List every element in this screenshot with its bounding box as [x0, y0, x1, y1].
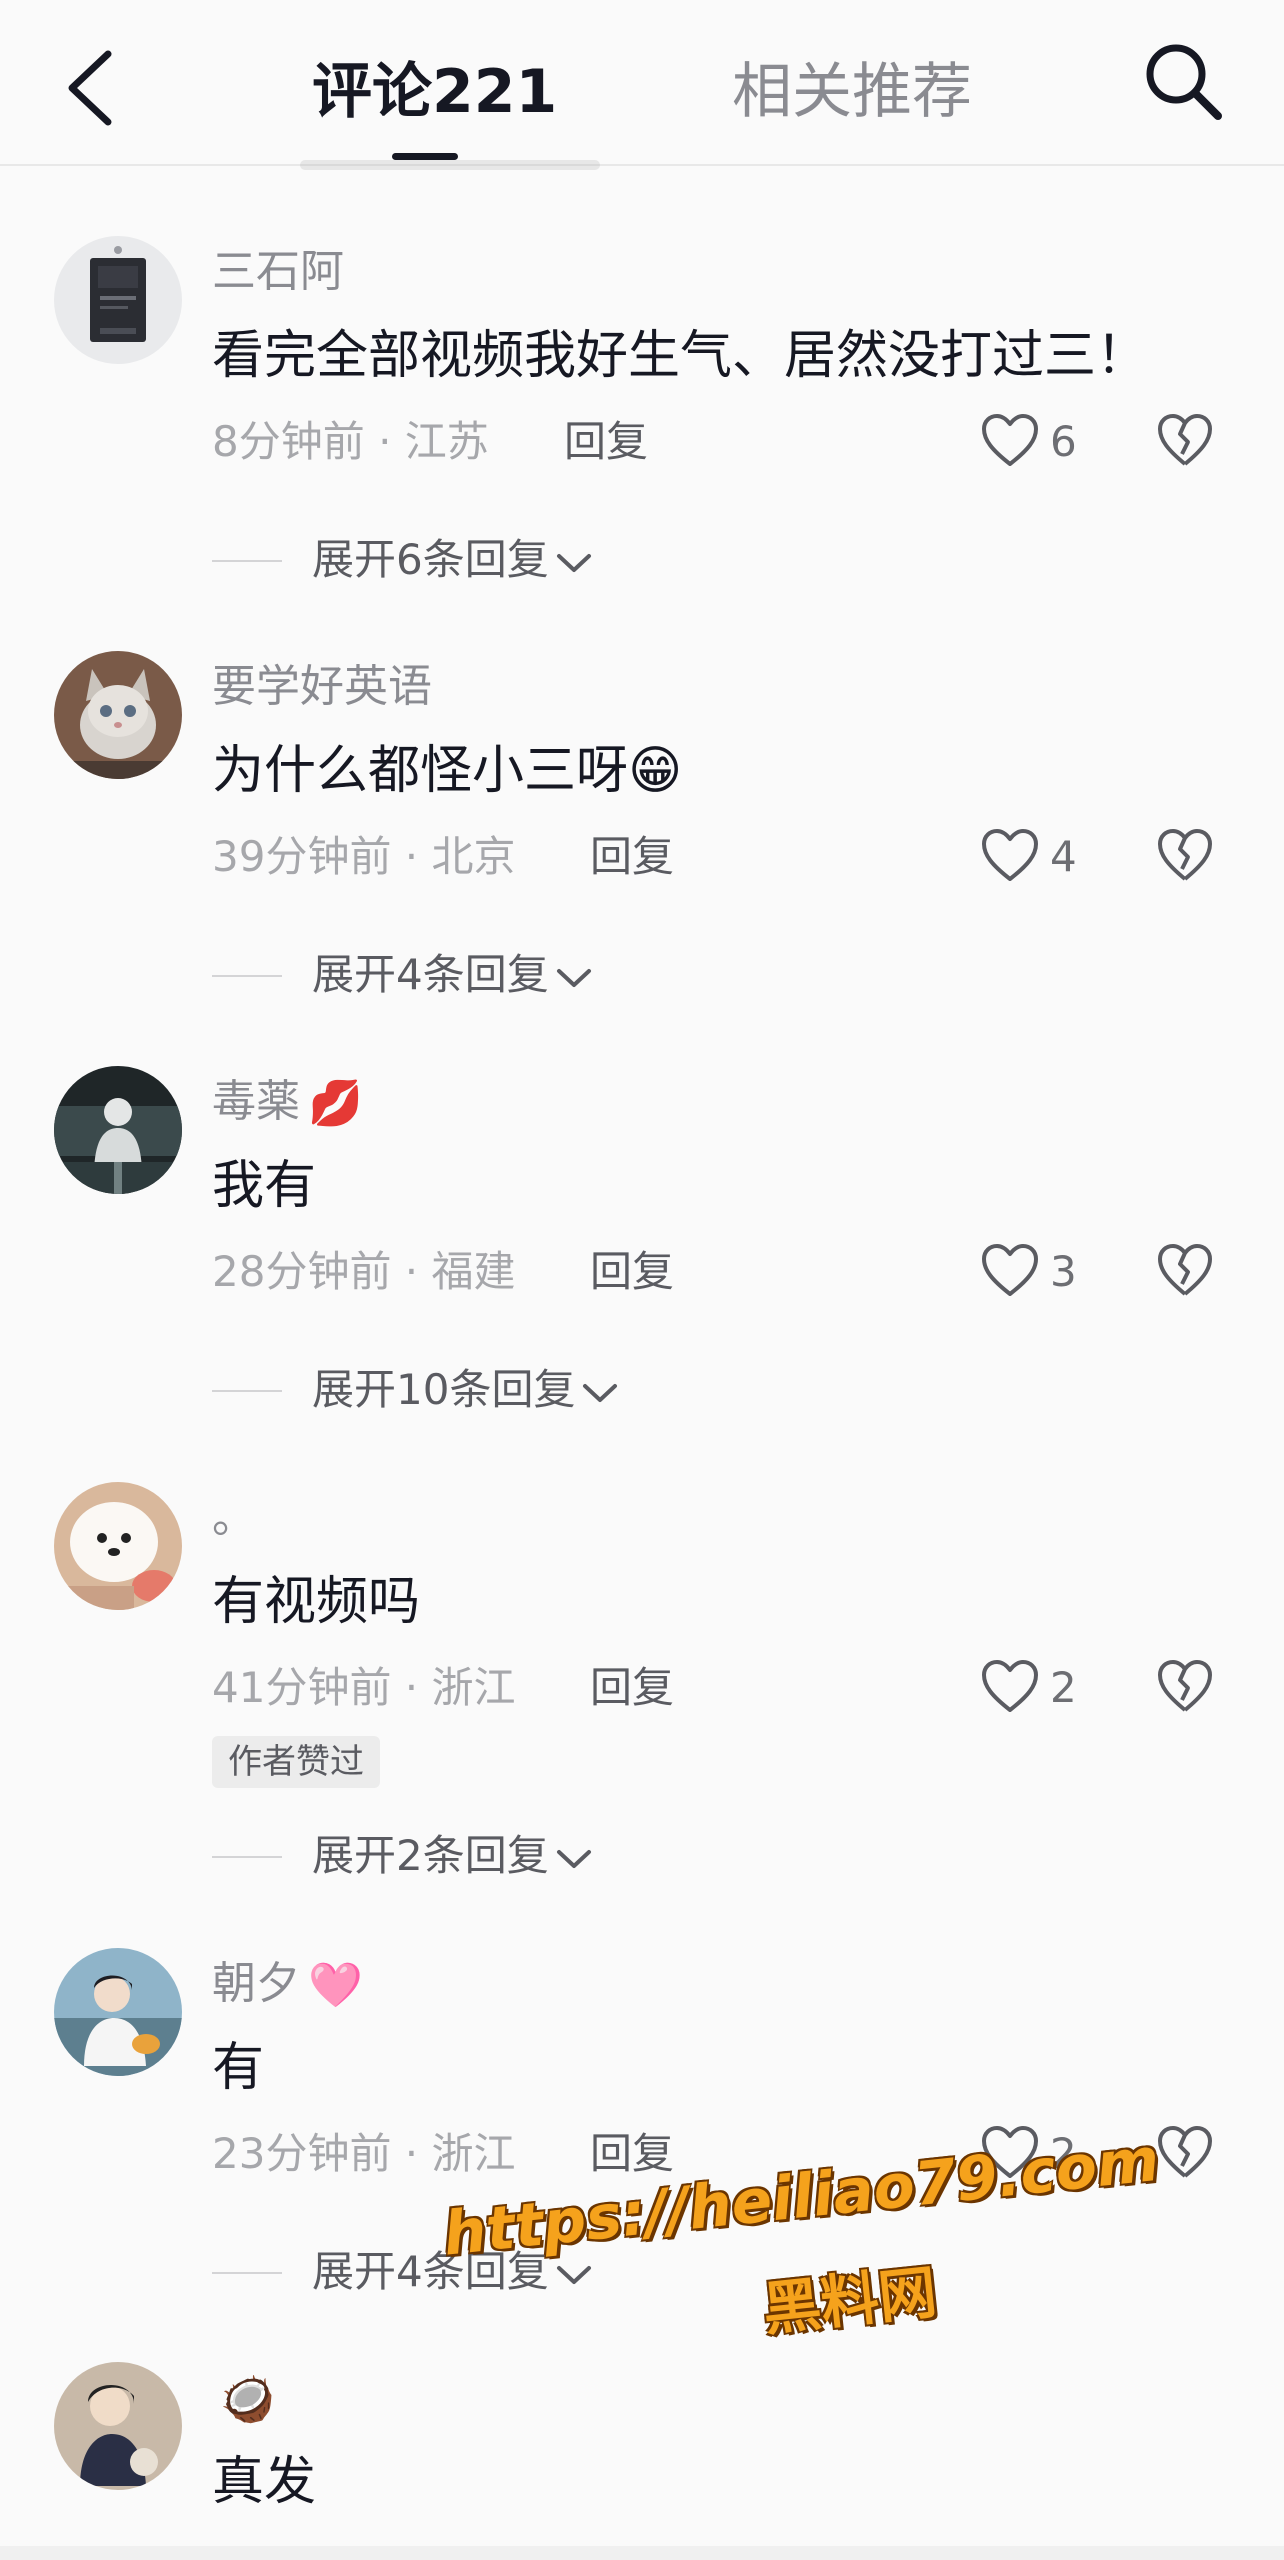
comment-text: 有视频吗	[212, 1572, 421, 1632]
avatar[interactable]	[54, 1948, 182, 2076]
expand-replies-button[interactable]: 展开4条回复	[212, 945, 712, 1005]
heart-icon	[982, 1660, 1038, 1712]
dislike-button[interactable]	[1156, 2120, 1218, 2188]
divider-line	[212, 975, 282, 977]
like-button[interactable]: 2	[980, 1654, 1120, 1722]
username[interactable]: 毒薬 💋	[212, 1072, 363, 1132]
username[interactable]: 。	[212, 1488, 256, 1548]
expand-replies-label: 展开4条回复	[312, 950, 549, 999]
reply-button[interactable]: 回复	[564, 414, 648, 470]
avatar[interactable]	[54, 1066, 182, 1194]
expand-replies-label: 展开6条回复	[312, 535, 549, 584]
divider-line	[212, 2272, 282, 2274]
lips-icon: 💋	[308, 1078, 363, 1129]
avatar[interactable]	[54, 2362, 182, 2490]
reply-button[interactable]: 回复	[590, 2126, 674, 2182]
comment-meta: 28分钟前 · 福建	[212, 1247, 516, 1296]
coconut-icon: 🥥	[220, 2374, 275, 2425]
heart-icon	[982, 829, 1038, 881]
dislike-button[interactable]	[1156, 408, 1218, 476]
like-count: 3	[1050, 1247, 1077, 1296]
username[interactable]: 🥥	[212, 2368, 275, 2428]
broken-heart-icon	[1158, 414, 1212, 466]
expand-replies-label: 展开10条回复	[312, 1365, 576, 1414]
reply-button[interactable]: 回复	[590, 1660, 674, 1716]
username[interactable]: 朝夕 🩷	[212, 1954, 363, 2014]
like-count: 4	[1050, 832, 1077, 881]
chevron-down-icon	[556, 2265, 591, 2284]
like-count: 2	[1050, 1663, 1077, 1712]
dislike-button[interactable]	[1156, 823, 1218, 891]
dislike-button[interactable]	[1156, 1654, 1218, 1722]
like-button[interactable]: 2	[980, 2120, 1120, 2188]
pink-heart-icon: 🩷	[308, 1960, 363, 2011]
chevron-left-icon	[68, 50, 112, 126]
dislike-button[interactable]	[1156, 1238, 1218, 1306]
heart-icon	[982, 1244, 1038, 1296]
bottom-edge	[0, 2546, 1284, 2560]
search-icon	[1146, 44, 1222, 120]
comment-meta: 39分钟前 · 北京	[212, 832, 516, 881]
broken-heart-icon	[1158, 1244, 1212, 1296]
heart-icon	[982, 414, 1038, 466]
divider-line	[212, 1390, 282, 1392]
tab-comments[interactable]: 评论221	[312, 52, 557, 132]
author-liked-badge: 作者赞过	[212, 1736, 380, 1788]
comment-text: 真发	[212, 2452, 317, 2512]
like-button[interactable]: 3	[980, 1238, 1120, 1306]
chevron-down-icon	[556, 968, 591, 987]
comment-meta: 23分钟前 · 浙江	[212, 2129, 516, 2178]
comment-text: 为什么都怪小三呀😁	[212, 741, 683, 801]
chevron-down-icon	[556, 553, 591, 572]
broken-heart-icon	[1158, 1660, 1212, 1712]
comments-page: 三石阿 看完全部视频我好生气、居然没打过三！ 8分钟前 · 江苏 回复 6 展开…	[0, 0, 1284, 2560]
reply-button[interactable]: 回复	[590, 829, 674, 885]
comment-meta: 41分钟前 · 浙江	[212, 1663, 516, 1712]
username[interactable]: 要学好英语	[212, 657, 432, 717]
active-tab-indicator	[392, 153, 458, 160]
like-button[interactable]: 6	[980, 408, 1120, 476]
avatar[interactable]	[54, 1482, 182, 1610]
comment-meta: 8分钟前 · 江苏	[212, 417, 489, 466]
avatar[interactable]	[54, 236, 182, 364]
like-button[interactable]: 4	[980, 823, 1120, 891]
comment-text: 我有	[212, 1156, 317, 1216]
chevron-down-icon	[583, 1383, 618, 1402]
divider-line	[212, 1856, 282, 1858]
back-button[interactable]	[58, 46, 128, 130]
avatar[interactable]	[54, 651, 182, 779]
expand-replies-button[interactable]: 展开2条回复	[212, 1826, 712, 1886]
tab-related[interactable]: 相关推荐	[732, 52, 972, 132]
comment-text: 有	[212, 2038, 265, 2098]
comment-text: 看完全部视频我好生气、居然没打过三！	[212, 326, 1149, 386]
expand-replies-button[interactable]: 展开4条回复	[212, 2242, 712, 2302]
broken-heart-icon	[1158, 2126, 1212, 2178]
expand-replies-label: 展开2条回复	[312, 1831, 549, 1880]
like-count: 2	[1050, 2129, 1077, 2178]
reply-button[interactable]: 回复	[590, 1244, 674, 1300]
divider-line	[212, 560, 282, 562]
heart-icon	[982, 2126, 1038, 2178]
username[interactable]: 三石阿	[212, 242, 344, 302]
broken-heart-icon	[1158, 829, 1212, 881]
top-bar: 评论221 相关推荐	[0, 0, 1284, 170]
chevron-down-icon	[556, 1849, 591, 1868]
search-button[interactable]	[1140, 38, 1224, 122]
like-count: 6	[1050, 417, 1077, 466]
expand-replies-button[interactable]: 展开6条回复	[212, 530, 712, 590]
comment-list: 三石阿 看完全部视频我好生气、居然没打过三！ 8分钟前 · 江苏 回复 6 展开…	[0, 0, 1284, 2560]
expand-replies-button[interactable]: 展开10条回复	[212, 1360, 712, 1420]
expand-replies-label: 展开4条回复	[312, 2247, 549, 2296]
